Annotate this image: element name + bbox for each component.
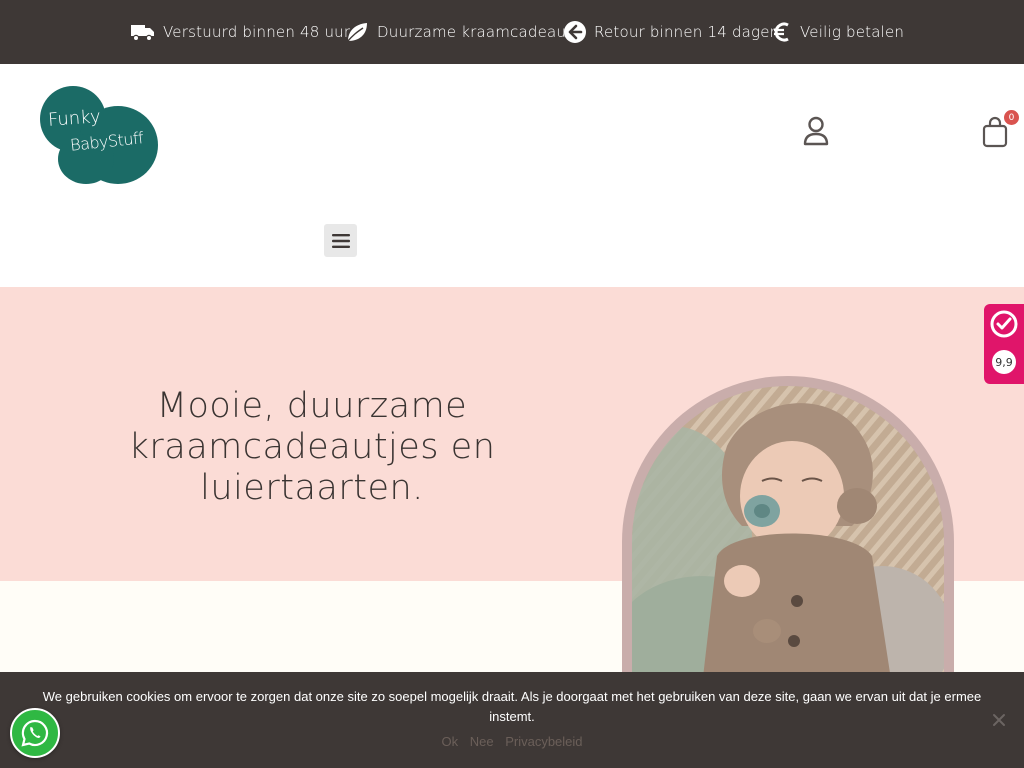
whatsapp-chat-button[interactable] <box>10 708 60 758</box>
logo-text-line1: Funky <box>47 106 102 131</box>
usp-sustainable-label: Duurzame kraamcadeaus <box>377 23 575 41</box>
cookie-close-button[interactable] <box>991 712 1007 728</box>
cookie-ok-button[interactable]: Ok <box>441 734 458 749</box>
whatsapp-icon <box>21 719 49 747</box>
menu-toggle-button[interactable] <box>324 224 357 257</box>
cookie-notice-text: We gebruiken cookies om ervoor te zorgen… <box>42 689 982 724</box>
cart-count-badge: 0 <box>1004 110 1019 125</box>
user-icon <box>803 116 829 146</box>
usp-shipping: Verstuurd binnen 48 uur <box>131 0 350 64</box>
usp-returns: Retour binnen 14 dagen <box>564 0 779 64</box>
close-icon <box>993 714 1005 726</box>
usp-bar: Verstuurd binnen 48 uur Duurzame kraamca… <box>0 0 1024 64</box>
arrow-left-circle-icon <box>564 21 586 43</box>
usp-payment: Veilig betalen <box>772 0 904 64</box>
hamburger-icon <box>331 233 350 248</box>
hero-title: Mooie, duurzame kraamcadeautjes en luier… <box>128 386 496 508</box>
usp-shipping-label: Verstuurd binnen 48 uur <box>163 23 351 41</box>
account-button[interactable] <box>802 116 832 146</box>
site-logo[interactable]: Funky BabyStuff <box>38 86 160 184</box>
cookie-notice: We gebruiken cookies om ervoor te zorgen… <box>0 672 1024 768</box>
usp-returns-label: Retour binnen 14 dagen <box>594 23 780 41</box>
hero-baby-photo <box>632 386 944 676</box>
rating-widget[interactable]: 9,9 <box>984 304 1024 384</box>
usp-sustainable: Duurzame kraamcadeaus <box>345 0 574 64</box>
euro-icon <box>774 22 789 42</box>
truck-icon <box>131 25 154 42</box>
cookie-decline-button[interactable]: Nee <box>470 734 494 749</box>
cookie-actions: Ok Nee Privacybeleid <box>0 734 1024 749</box>
rating-score: 9,9 <box>992 350 1016 374</box>
trust-badge-icon <box>990 310 1018 338</box>
leaf-icon <box>346 23 367 43</box>
privacy-policy-link[interactable]: Privacybeleid <box>505 734 582 749</box>
site-header: Funky BabyStuff 0 <box>0 64 1024 287</box>
baby-illustration <box>632 386 944 676</box>
usp-payment-label: Veilig betalen <box>800 23 905 41</box>
